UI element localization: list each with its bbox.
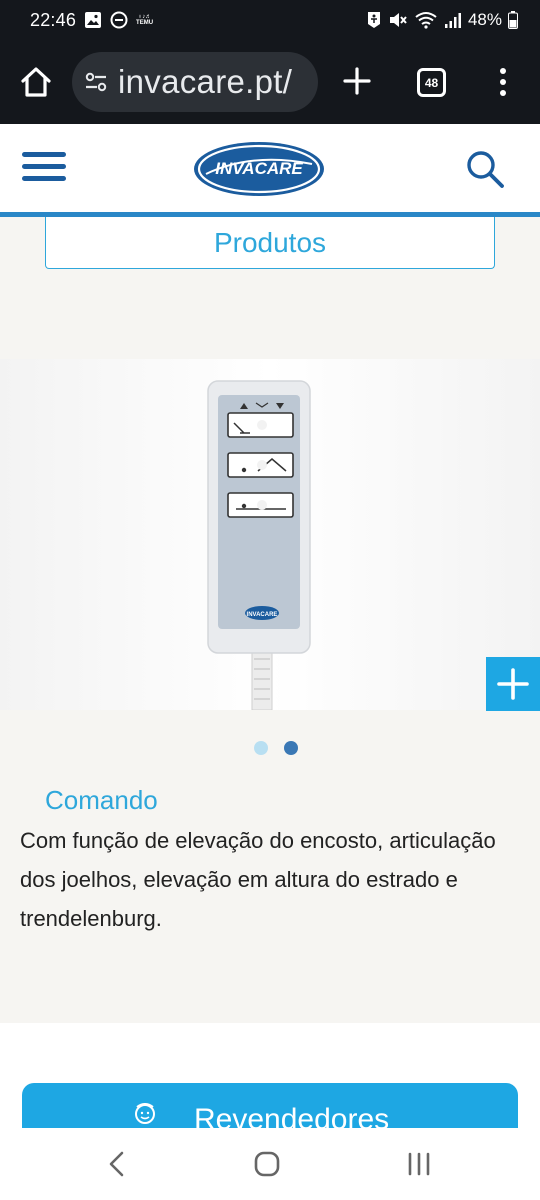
- new-tab-button[interactable]: [340, 64, 374, 98]
- resellers-button[interactable]: Revendedores: [22, 1083, 518, 1128]
- status-time: 22:46: [30, 9, 77, 30]
- plus-icon: [497, 668, 529, 700]
- svg-text:INVACARE: INVACARE: [247, 612, 278, 618]
- tab-switcher-button[interactable]: 48: [417, 68, 446, 97]
- caption-title: Comando: [45, 785, 158, 815]
- person-icon: [132, 1103, 158, 1128]
- expand-plus-button[interactable]: [486, 657, 540, 711]
- nav-back-button[interactable]: [104, 1150, 128, 1178]
- tab-count: 48: [424, 75, 439, 90]
- home-circle-icon: [254, 1151, 280, 1177]
- svg-text:INVACARE: INVACARE: [215, 159, 303, 178]
- home-icon: [21, 67, 51, 97]
- carousel-dot[interactable]: [254, 741, 268, 755]
- site-settings-icon[interactable]: [82, 68, 110, 96]
- browser-home-button[interactable]: [18, 64, 54, 100]
- search-icon: [467, 151, 504, 188]
- battery-percent: 48%: [467, 10, 502, 29]
- site-header: INVACARE: [0, 124, 540, 216]
- nav-home-button[interactable]: [254, 1151, 280, 1177]
- main-content: Produtos INVACARE Comando Com função de …: [0, 217, 540, 1128]
- browser-toolbar: invacare.pt/ 48: [0, 40, 540, 124]
- resellers-label: Revendedores: [194, 1103, 390, 1128]
- nav-recents-button[interactable]: [404, 1150, 434, 1178]
- do-not-disturb-icon: [110, 11, 128, 29]
- carousel-dots: [254, 741, 298, 755]
- temu-icon: ♁♪♬ TEMU: [136, 14, 154, 26]
- image-icon: [84, 11, 102, 29]
- browser-menu-button[interactable]: [494, 66, 512, 98]
- mute-icon: [388, 11, 408, 29]
- address-bar[interactable]: invacare.pt/: [72, 52, 318, 112]
- back-icon: [109, 1151, 124, 1177]
- carousel-dot-active[interactable]: [284, 741, 298, 755]
- url-text[interactable]: invacare.pt/: [118, 63, 292, 101]
- search-button[interactable]: [464, 148, 506, 190]
- more-vert-icon: [500, 68, 506, 96]
- plus-icon: [343, 67, 371, 95]
- hamburger-menu-icon[interactable]: [22, 152, 66, 186]
- invacare-logo[interactable]: INVACARE: [192, 140, 326, 198]
- signal-icon: [444, 11, 462, 29]
- products-button[interactable]: Produtos: [45, 217, 495, 269]
- recents-icon: [408, 1152, 430, 1176]
- status-bar: 22:46 ♁♪♬ TEMU 48%: [0, 0, 540, 40]
- caption-text: Com função de elevação do encosto, artic…: [20, 828, 496, 931]
- accessibility-icon: [366, 11, 382, 29]
- system-nav-bar: [0, 1128, 540, 1200]
- product-image[interactable]: INVACARE: [0, 359, 540, 710]
- battery-icon: [508, 11, 518, 29]
- wifi-icon: [414, 11, 438, 29]
